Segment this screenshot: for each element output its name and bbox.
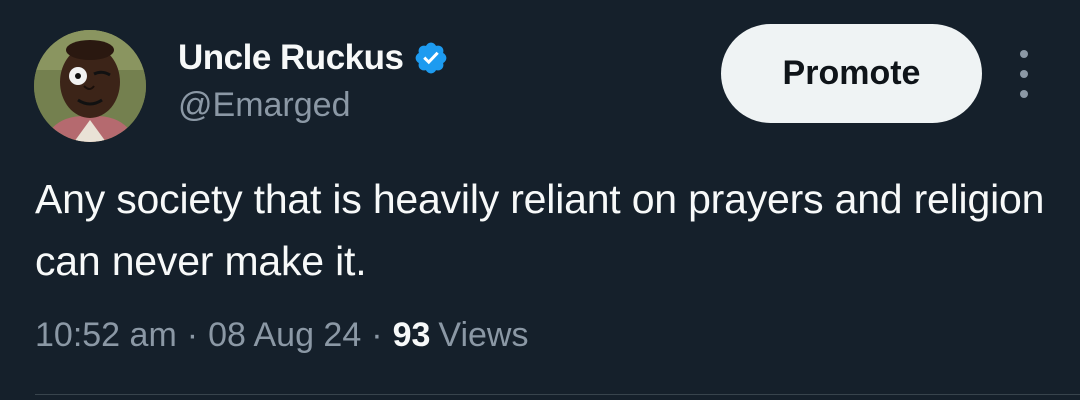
display-name[interactable]: Uncle Ruckus — [178, 38, 404, 78]
tweet-date[interactable]: 08 Aug 24 — [208, 316, 361, 355]
author-name-row: Uncle Ruckus — [178, 36, 449, 80]
tweet-time[interactable]: 10:52 am — [35, 316, 177, 355]
more-vertical-icon[interactable] — [1008, 50, 1040, 98]
tweet-meta: 10:52 am · 08 Aug 24 · 93 Views — [35, 316, 529, 355]
meta-separator: · — [371, 316, 383, 354]
more-dot — [1020, 50, 1028, 58]
more-dot — [1020, 70, 1028, 78]
avatar-image — [34, 30, 146, 142]
verified-badge-icon[interactable] — [413, 40, 449, 76]
promote-button[interactable]: Promote — [721, 24, 982, 123]
author-handle[interactable]: @Emarged — [178, 86, 350, 125]
more-dot — [1020, 90, 1028, 98]
tweet-text: Any society that is heavily reliant on p… — [35, 176, 1045, 284]
divider — [35, 394, 1080, 395]
views-count[interactable]: 93 — [393, 316, 431, 355]
meta-separator: · — [186, 316, 199, 354]
views-label: Views — [438, 316, 529, 354]
tweet: Uncle Ruckus @Emarged Promote Any societ… — [0, 0, 1080, 400]
avatar[interactable] — [34, 30, 146, 142]
